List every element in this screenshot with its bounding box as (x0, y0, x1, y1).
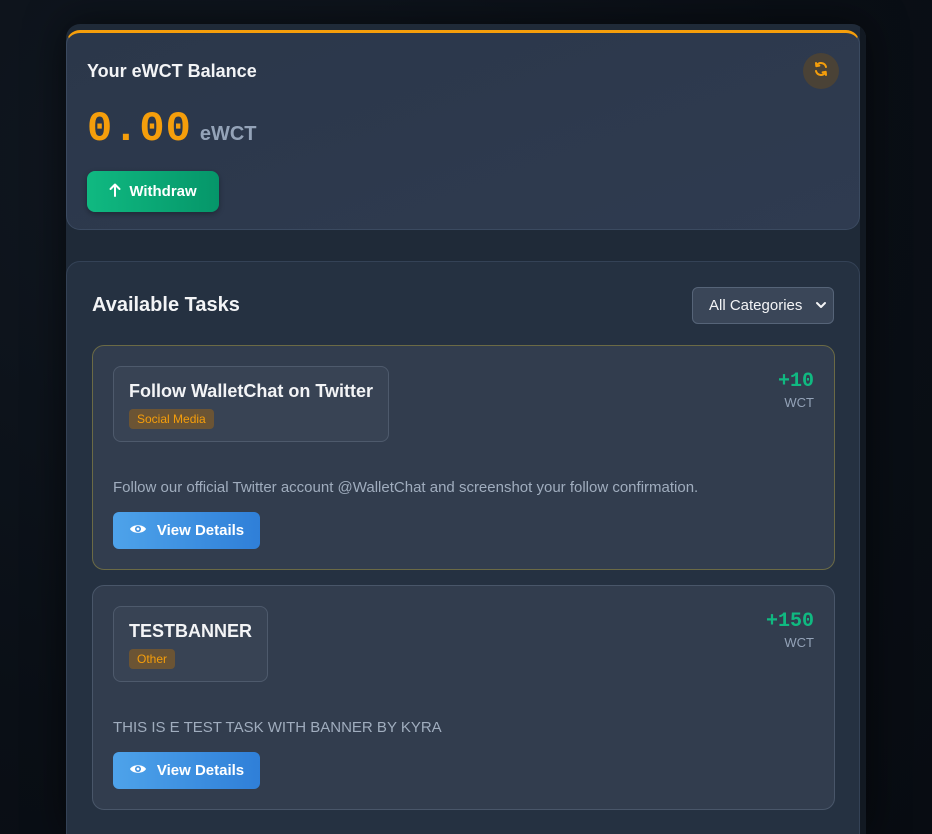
balance-amount: 0.00 eWCT (87, 105, 257, 153)
task-category-tag: Other (129, 649, 176, 669)
task-description: Follow our official Twitter account @Wal… (113, 479, 699, 496)
task-header: Follow WalletChat on Twitter Social Medi… (113, 366, 389, 442)
task-name: TESTBANNER (129, 621, 253, 641)
chevron-down-icon (815, 297, 827, 317)
reward-unit: WCT (784, 635, 814, 650)
reward-value: +150 (765, 610, 814, 633)
withdraw-button[interactable]: Withdraw (87, 171, 219, 212)
view-details-button[interactable]: View Details (113, 512, 260, 549)
eye-icon (129, 762, 147, 780)
scrollbar[interactable] (860, 24, 866, 834)
tasks-modal: Your eWCT Balance 0.00 eWCT Withdraw Ava… (66, 24, 866, 834)
category-select[interactable]: All Categories (692, 287, 834, 324)
task-card: TESTBANNER Other +150 WCT THIS IS E TEST… (92, 585, 835, 810)
refresh-button[interactable] (803, 53, 839, 89)
balance-value: 0.00 (87, 105, 192, 153)
task-category-tag: Social Media (129, 409, 214, 429)
view-details-label: View Details (156, 522, 245, 539)
task-header: TESTBANNER Other (113, 606, 269, 682)
category-select-value: All Categories (709, 297, 803, 314)
view-details-label: View Details (156, 762, 245, 779)
task-reward: +150 WCT (766, 610, 814, 650)
task-card: Follow WalletChat on Twitter Social Medi… (92, 345, 835, 570)
task-description: THIS IS E TEST TASK WITH BANNER BY KYRA (113, 719, 442, 736)
reward-unit: WCT (784, 395, 814, 410)
balance-unit: eWCT (199, 123, 257, 145)
balance-card: Your eWCT Balance 0.00 eWCT Withdraw (66, 30, 860, 230)
view-details-button[interactable]: View Details (113, 752, 260, 789)
task-name: Follow WalletChat on Twitter (129, 381, 373, 401)
task-reward: +10 WCT (778, 370, 814, 410)
refresh-icon (813, 61, 829, 82)
balance-title: Your eWCT Balance (87, 61, 257, 81)
withdraw-label: Withdraw (129, 183, 197, 200)
eye-icon (129, 522, 147, 540)
tasks-panel: Available Tasks All Categories Follow Wa… (66, 261, 860, 834)
reward-value: +10 (777, 370, 814, 393)
arrow-up-icon (109, 183, 121, 201)
tasks-title: Available Tasks (92, 294, 240, 316)
